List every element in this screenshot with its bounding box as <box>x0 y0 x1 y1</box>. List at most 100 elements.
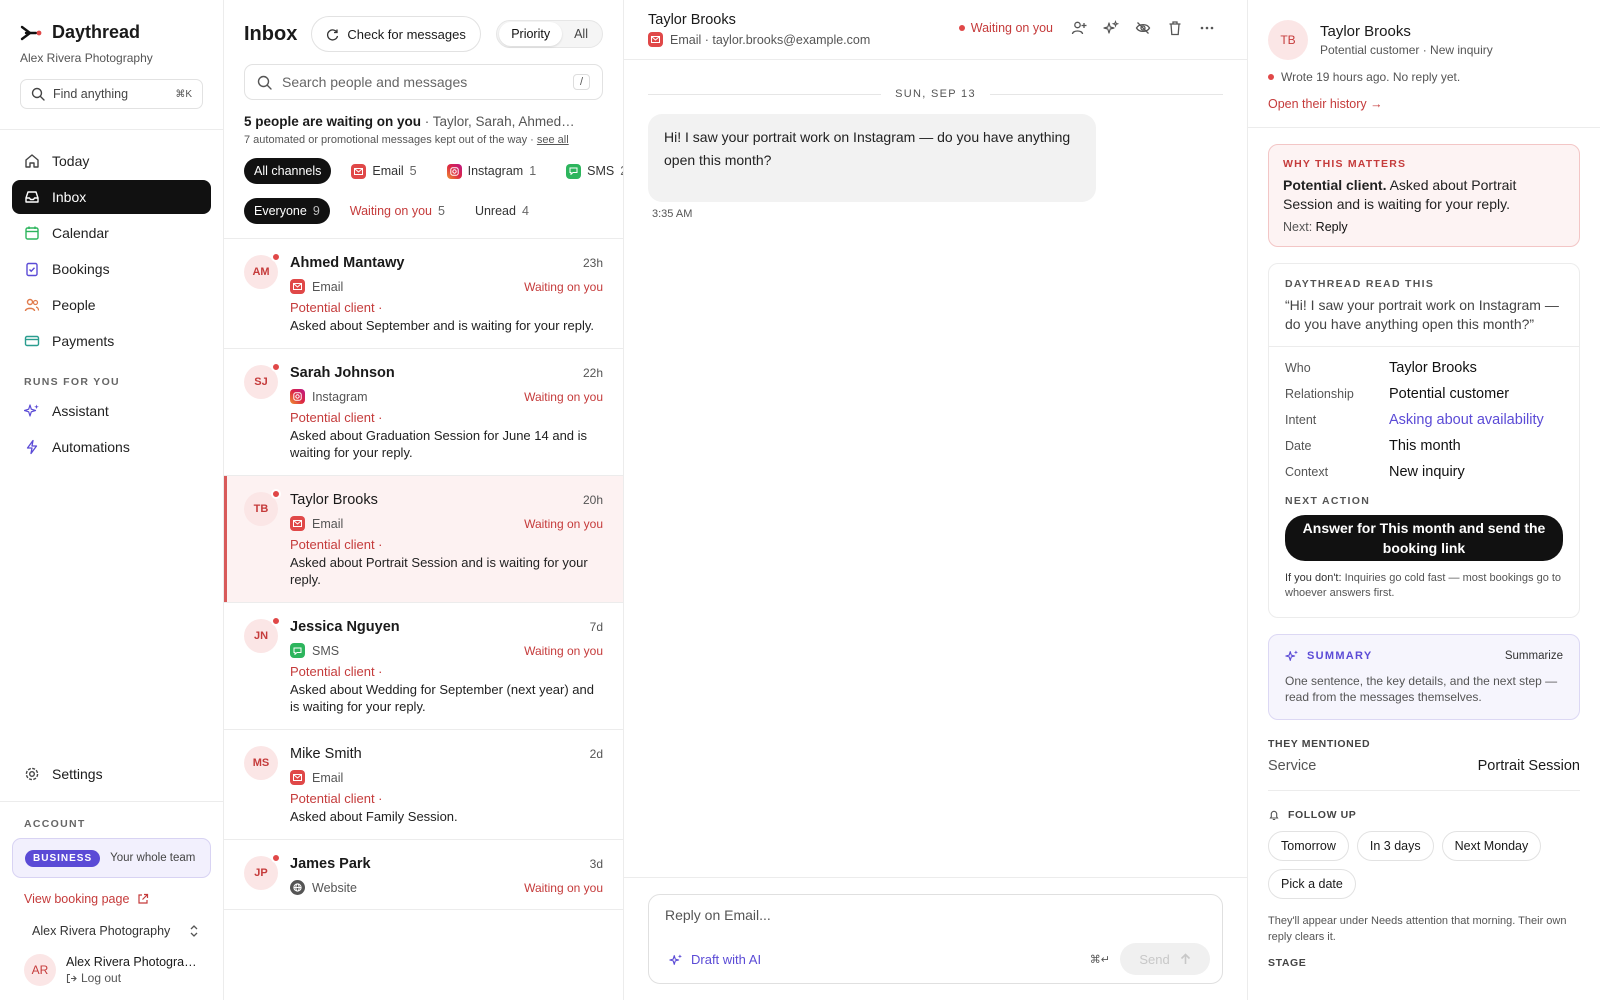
filter-everyone[interactable]: Everyone 9 <box>244 198 330 224</box>
arrow-up-icon <box>1180 953 1191 965</box>
timestamp: 22h <box>582 366 603 380</box>
filter-unread[interactable]: Unread 4 <box>465 198 539 224</box>
channel-label: SMS <box>312 643 340 658</box>
status-badge: Waiting on you <box>959 21 1053 35</box>
conversation-row[interactable]: AM Ahmed Mantawy 23h Email Waiting on you … <box>224 239 623 349</box>
check-for-messages-button[interactable]: Check for messages <box>311 16 481 52</box>
follow-up-3-days[interactable]: In 3 days <box>1356 831 1434 861</box>
logout-button[interactable]: Log out <box>66 971 198 985</box>
nav-item-inbox[interactable]: Inbox <box>12 180 211 214</box>
nav-label: People <box>52 297 96 313</box>
nav-label: Payments <box>52 333 115 349</box>
nav-item-people[interactable]: People <box>12 288 211 322</box>
waiting-names: · Taylor, Sarah, Ahmed… <box>421 114 575 129</box>
unread-dot <box>271 616 281 626</box>
sparkle-icon <box>1285 649 1299 663</box>
chip-count: 5 <box>409 164 417 178</box>
fact-value: This month <box>1389 438 1461 454</box>
find-anything-input[interactable]: Find anything ⌘K <box>20 79 203 109</box>
nav-item-assistant[interactable]: Assistant <box>12 394 211 428</box>
view-booking-page-link[interactable]: View booking page <box>0 878 223 906</box>
summarize-button[interactable]: Summarize <box>1505 650 1563 662</box>
channel-label: Email <box>312 770 344 785</box>
nav-item-automations[interactable]: Automations <box>12 430 211 464</box>
fact-row: Intent Asking about availability <box>1285 407 1563 433</box>
reply-input[interactable]: Reply on Email... Draft with AI ⌘↵ Send <box>648 894 1223 984</box>
nav-item-calendar[interactable]: Calendar <box>12 216 211 250</box>
sparkle-icon[interactable] <box>1095 16 1127 40</box>
conversation-row[interactable]: JP James Park 3d Website Waiting on you <box>224 840 623 910</box>
eye-off-icon[interactable] <box>1127 16 1159 40</box>
page-title: Inbox <box>244 22 298 45</box>
plan-card[interactable]: BUSINESS Your whole team <box>12 838 211 878</box>
channel-chip-all[interactable]: All channels <box>244 158 332 184</box>
booking-link-label: View booking page <box>24 892 130 906</box>
status-badge: Waiting on you <box>524 880 603 895</box>
next-action-button[interactable]: Answer for This month and send the booki… <box>1285 515 1563 561</box>
why-label: WHY THIS MATTERS <box>1283 158 1407 170</box>
automated-text: 7 automated or promotional messages kept… <box>244 134 537 146</box>
conversation-row[interactable]: MS Mike Smith 2d Email Potential client ·… <box>224 730 623 840</box>
chevron-updown-icon <box>189 924 199 938</box>
channel-chip-sms[interactable]: SMS 2 <box>556 158 623 184</box>
fact-value: Taylor Brooks <box>1389 360 1477 376</box>
toggle-all[interactable]: All <box>562 22 600 46</box>
nav-item-settings[interactable]: Settings <box>0 757 223 791</box>
conversation-summary: Asked about Portrait Session and is wait… <box>290 555 588 587</box>
nav-label: Bookings <box>52 261 110 277</box>
follow-up-tomorrow[interactable]: Tomorrow <box>1268 831 1349 861</box>
unread-dot <box>271 853 281 863</box>
brand: Daythread <box>0 0 223 43</box>
channel-chip-instagram[interactable]: Instagram 1 <box>437 158 547 184</box>
mentioned-row: Service Portrait Session <box>1268 758 1580 791</box>
avatar: MS <box>244 746 278 780</box>
chip-count: 1 <box>529 164 537 178</box>
follow-up-pick-date[interactable]: Pick a date <box>1268 869 1356 899</box>
chip-count: 9 <box>312 204 320 218</box>
account-section-label: ACCOUNT <box>24 818 86 830</box>
conversation-contact-email: Email · taylor.brooks@example.com <box>670 32 871 47</box>
conversation-contact-name: Taylor Brooks <box>648 12 736 28</box>
settings-label: Settings <box>52 766 103 782</box>
nav-item-bookings[interactable]: Bookings <box>12 252 211 286</box>
email-icon <box>290 279 305 294</box>
avatar[interactable]: AR <box>24 954 56 986</box>
fact-row: Relationship Potential customer <box>1285 381 1563 407</box>
draft-with-ai-button[interactable]: Draft with AI <box>669 952 761 967</box>
timestamp: 2d <box>589 747 603 761</box>
filter-waiting[interactable]: Waiting on you 5 <box>340 198 455 224</box>
nav-item-today[interactable]: Today <box>12 144 211 178</box>
user-name: Alex Rivera Photography <box>66 955 198 969</box>
workspace-switcher[interactable]: Alex Rivera Photography <box>20 916 211 946</box>
more-icon[interactable] <box>1191 16 1223 40</box>
contact-details-panel: TB Taylor Brooks Potential customer · Ne… <box>1248 0 1600 1000</box>
chip-label: Email <box>372 164 404 178</box>
trash-icon[interactable] <box>1159 16 1191 40</box>
chip-label: Everyone <box>254 204 307 218</box>
conversation-row[interactable]: JN Jessica Nguyen 7d SMS Waiting on you Po… <box>224 603 623 730</box>
find-placeholder: Find anything <box>53 87 129 101</box>
unread-dot <box>271 252 281 262</box>
intent-link[interactable]: Asking about availability <box>1389 412 1544 428</box>
reply-composer-area: Reply on Email... Draft with AI ⌘↵ Send <box>624 877 1247 1000</box>
chip-label: All channels <box>254 164 322 178</box>
add-person-icon[interactable] <box>1063 16 1095 40</box>
search-input[interactable]: Search people and messages / <box>244 64 603 100</box>
open-history-link[interactable]: Open their history → <box>1248 84 1600 111</box>
status-badge: Waiting on you <box>524 279 603 294</box>
see-all-link[interactable]: see all <box>537 134 569 146</box>
ifnot-bold: If you don't: <box>1285 572 1342 584</box>
conversation-list: AM Ahmed Mantawy 23h Email Waiting on you … <box>224 238 623 910</box>
sparkle-icon <box>24 403 40 419</box>
conversation-row[interactable]: SJ Sarah Johnson 22h Instagram Waiting on … <box>224 349 623 476</box>
plan-badge: BUSINESS <box>25 849 101 867</box>
channel-chip-email[interactable]: Email 5 <box>341 158 426 184</box>
follow-up-next-monday[interactable]: Next Monday <box>1441 831 1542 861</box>
extracted-facts: Who Taylor Brooks Relationship Potential c… <box>1269 347 1579 485</box>
main-nav: Today Inbox Calendar Bookings People Pay… <box>0 130 223 360</box>
conversation-row-selected[interactable]: TB Taylor Brooks 20h Email Waiting on you … <box>224 476 623 603</box>
toggle-priority[interactable]: Priority <box>499 22 563 46</box>
waiting-summary: 5 people are waiting on you · Taylor, Sa… <box>244 114 603 129</box>
send-button[interactable]: Send <box>1120 943 1210 975</box>
nav-item-payments[interactable]: Payments <box>12 324 211 358</box>
